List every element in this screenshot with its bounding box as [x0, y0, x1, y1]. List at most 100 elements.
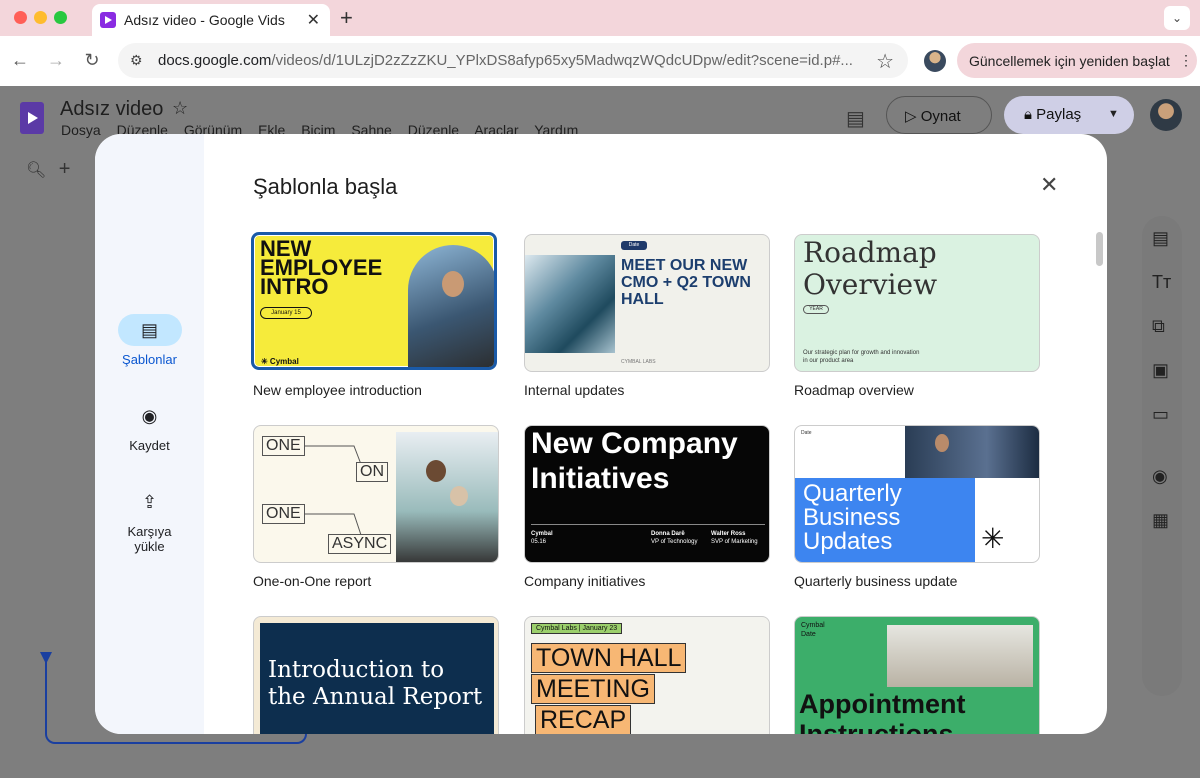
close-icon[interactable]: ✕ [1040, 172, 1058, 198]
template-title-line: MEETING [531, 674, 655, 704]
template-tag: Cymbal Labs | January 23 [531, 623, 623, 634]
template-title: NEW EMPLOYEE INTRO [260, 236, 383, 299]
browser-tab[interactable]: Adsız video - Google Vids ✕ [92, 4, 330, 36]
record-icon: ◉ [141, 406, 158, 426]
template-photo-person [450, 486, 468, 506]
close-window-icon[interactable] [14, 11, 27, 24]
notes-icon[interactable]: ▦ [1152, 510, 1169, 531]
sidebar-item-label: Şablonlar [122, 352, 177, 367]
tab-title: Adsız video - Google Vids [124, 12, 285, 28]
share-dropdown-icon[interactable]: ▼ [1108, 108, 1119, 120]
share-label: Paylaş [1036, 106, 1082, 123]
forward-icon[interactable]: → [46, 50, 66, 71]
sidebar-item-label: Kaydet [129, 438, 170, 453]
template-photo [408, 245, 494, 367]
upload-icon: ⇪ [141, 492, 158, 512]
profile-avatar[interactable] [924, 50, 946, 72]
right-side-rail: ▤ Tт ⧉ ▣ ▭ ◉ ▦ [1142, 216, 1182, 696]
play-label: Oynat [920, 108, 961, 125]
template-brand-date: Cymbal 05.16 [531, 531, 553, 545]
tab-search-icon[interactable]: ⌄ [1164, 6, 1190, 30]
template-date: Date [621, 241, 647, 250]
template-card-quarterly[interactable]: Date Quarterly Business Updates ✳ [794, 425, 1040, 563]
template-card-appointment[interactable]: Cymbal Date Appointment Instructions [794, 616, 1040, 734]
comment-icon[interactable]: ▤ [846, 106, 865, 131]
search-icon[interactable]: 🔍︎ [26, 162, 46, 179]
template-card-annual-report[interactable]: Introduction to the Annual Report [253, 616, 499, 734]
minimize-window-icon[interactable] [34, 11, 47, 24]
restart-label: Güncellemek için yeniden başlat [969, 53, 1170, 69]
template-caption[interactable]: Roadmap overview [794, 382, 914, 398]
template-footer: CYMBAL LABS [621, 359, 656, 365]
template-title: Roadmap Overview [803, 236, 938, 301]
template-card-one-on-one[interactable]: ONE ON ONE ASYNC [253, 425, 499, 563]
browser-tab-bar: Adsız video - Google Vids ✕ + ⌄ [0, 0, 1200, 36]
reload-icon[interactable]: ↻ [82, 50, 102, 71]
more-menu-icon[interactable]: ⋮ [1179, 52, 1193, 69]
template-presenter-1: Donna Darë VP of Technology [651, 531, 698, 545]
template-caption[interactable]: Quarterly business update [794, 573, 957, 589]
sidebar-item-upload[interactable]: ⇪ Karşıya yükle [95, 486, 204, 554]
template-date: Date [801, 430, 812, 436]
template-card-roadmap[interactable]: Roadmap Overview YEAR Our strategic plan… [794, 234, 1040, 372]
vids-favicon-icon [100, 12, 116, 28]
vids-logo-icon[interactable] [20, 102, 44, 134]
template-date: January 15 [260, 307, 312, 319]
url-text[interactable]: docs.google.com/videos/d/1ULzjD2zZzZKU_Y… [158, 52, 858, 69]
text-icon[interactable]: Tт [1152, 272, 1171, 293]
template-box: ONE [262, 436, 305, 456]
restart-to-update-button[interactable]: Güncellemek için yeniden başlat ⋮ [957, 43, 1197, 78]
tab-close-icon[interactable]: ✕ [307, 10, 320, 30]
divider [531, 524, 765, 525]
play-button[interactable]: ▷ Oynat [886, 96, 992, 134]
image-icon[interactable]: ▣ [1152, 360, 1169, 381]
template-photo [396, 432, 498, 562]
sidebar-item-record[interactable]: ◉ Kaydet [95, 400, 204, 453]
back-icon[interactable]: ← [10, 50, 30, 71]
document-title[interactable]: Adsız video [60, 98, 163, 121]
site-settings-icon[interactable]: ⚙ [130, 52, 143, 69]
layout-icon[interactable]: ▤ [1152, 228, 1169, 249]
sidebar-item-templates[interactable]: ▤ Şablonlar [95, 314, 204, 367]
scrollbar[interactable] [1096, 232, 1103, 266]
templates-icon: ▤ [117, 314, 182, 346]
new-tab-icon[interactable]: + [340, 5, 353, 31]
shapes-icon[interactable]: ⧉ [1152, 316, 1165, 337]
template-caption[interactable]: One-on-One report [253, 573, 371, 589]
template-card-new-employee[interactable]: NEW EMPLOYEE INTRO January 15 ✳ Cymbal [251, 232, 497, 370]
sparkle-icon: ✳ [981, 523, 1005, 554]
template-title: New Company Initiatives [531, 427, 738, 495]
account-avatar[interactable] [1150, 99, 1182, 131]
template-photo [905, 426, 1039, 478]
template-title: Quarterly Business Updates [803, 480, 902, 555]
record-icon[interactable]: ◉ [1152, 466, 1168, 487]
template-title: Appointment Instructions [799, 689, 966, 734]
template-brand-date: Cymbal Date [801, 622, 825, 638]
template-caption[interactable]: New employee introduction [253, 382, 422, 398]
template-box: ASYNC [328, 534, 392, 554]
template-photo [525, 255, 615, 353]
bookmark-star-icon[interactable]: ☆ [876, 49, 894, 74]
maximize-window-icon[interactable] [54, 11, 67, 24]
star-icon[interactable]: ☆ [172, 98, 188, 119]
template-photo [887, 625, 1033, 687]
add-icon[interactable]: + [59, 158, 71, 180]
template-year: YEAR [803, 305, 829, 314]
template-caption[interactable]: Company initiatives [524, 573, 645, 589]
address-bar[interactable]: ⚙ docs.google.com/videos/d/1ULzjD2zZzZKU… [118, 43, 908, 78]
template-presenter-2: Walter Ross SVP of Marketing [711, 531, 758, 545]
template-card-town-hall[interactable]: Cymbal Labs | January 23 TOWN HALL MEETI… [524, 616, 770, 734]
template-title-line: RECAP [535, 705, 632, 734]
template-box: ON [356, 462, 388, 482]
template-card-internal-updates[interactable]: Date MEET OUR NEW CMO + Q2 TOWN HALL CYM… [524, 234, 770, 372]
template-box: ONE [262, 504, 305, 524]
template-brand: ✳ Cymbal [261, 357, 299, 366]
template-photo-face [935, 434, 949, 452]
template-caption[interactable]: Internal updates [524, 382, 624, 398]
template-title: MEET OUR NEW CMO + Q2 TOWN HALL [621, 257, 751, 308]
left-toolbar: 🔍︎ + [26, 158, 70, 181]
dialog-sidebar: ▤ Şablonlar ◉ Kaydet ⇪ Karşıya yükle [95, 134, 204, 734]
template-title: Introduction to the Annual Report [268, 657, 483, 710]
folder-icon[interactable]: ▭ [1152, 404, 1169, 425]
template-card-company-initiatives[interactable]: New Company Initiatives Cymbal 05.16 Donn… [524, 425, 770, 563]
